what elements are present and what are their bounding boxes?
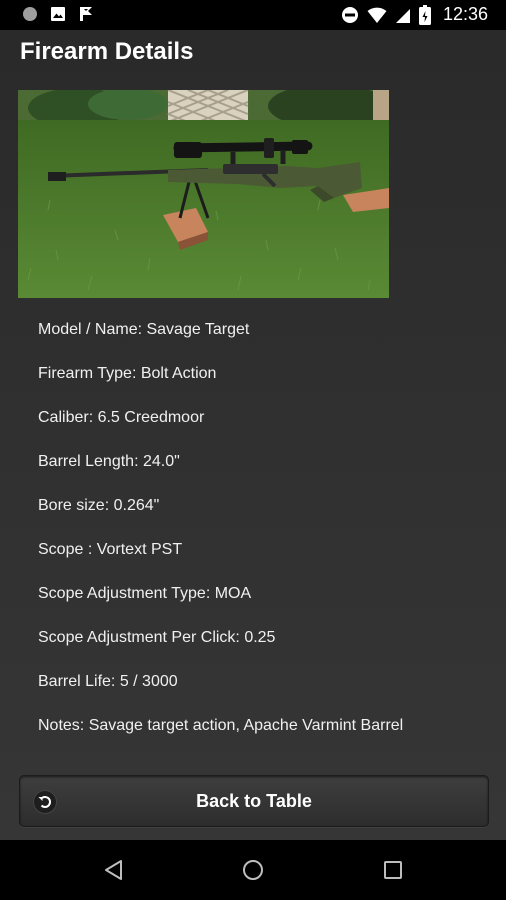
app-content: Firearm Details Model / Name: Savage Tar…: [0, 30, 506, 840]
signal-icon: [395, 8, 410, 23]
back-to-table-button[interactable]: Back to Table: [19, 775, 489, 827]
page-title: Firearm Details: [20, 38, 194, 65]
details-list: Model / Name: Savage Target Firearm Type…: [38, 320, 498, 760]
detail-row-barrel-length: Barrel Length: 24.0": [38, 453, 180, 470]
wifi-icon: [367, 7, 387, 23]
detail-value: Vortext PST: [96, 541, 183, 558]
do-not-disturb-icon: [341, 6, 358, 23]
detail-row-firearm-type: Firearm Type: Bolt Action: [38, 365, 217, 382]
circle-notification-icon: [23, 7, 37, 21]
detail-row-scope: Scope : Vortext PST: [38, 541, 183, 558]
detail-value: 5 / 3000: [119, 673, 178, 690]
detail-value: 24.0": [142, 453, 180, 470]
detail-value: Savage Target: [146, 321, 250, 338]
status-bar: 12:36: [0, 0, 506, 30]
flag-notification-icon: [80, 7, 92, 21]
battery-icon: [418, 4, 431, 25]
detail-row-caliber: Caliber: 6.5 Creedmoor: [38, 409, 205, 426]
firearm-photo: [18, 90, 389, 298]
detail-value: 6.5 Creedmoor: [97, 409, 205, 426]
detail-row-notes: Notes: Savage target action, Apache Varm…: [38, 717, 404, 734]
detail-row-bore-size: Bore size: 0.264": [38, 497, 160, 514]
detail-row-model: Model / Name: Savage Target: [38, 321, 250, 338]
detail-value: 0.264": [113, 497, 160, 514]
status-time: 12:36: [442, 4, 488, 24]
image-notification-icon: [51, 7, 65, 21]
nav-bar: [0, 840, 506, 900]
detail-value: 0.25: [244, 629, 276, 646]
detail-row-scope-adjustment-per-click: Scope Adjustment Per Click: 0.25: [38, 629, 276, 646]
home-circle-icon[interactable]: [241, 858, 265, 882]
detail-row-barrel-life: Barrel Life: 5 / 3000: [38, 673, 178, 690]
rifle-photo-illustration: [18, 90, 389, 298]
detail-value: Bolt Action: [140, 365, 217, 382]
back-to-table-label: Back to Table: [196, 791, 312, 811]
detail-row-scope-adjustment-type: Scope Adjustment Type: MOA: [38, 585, 252, 602]
recents-square-icon[interactable]: [381, 858, 405, 882]
back-triangle-icon[interactable]: [102, 858, 126, 882]
detail-value: MOA: [214, 585, 252, 602]
detail-value: Savage target action, Apache Varmint Bar…: [88, 717, 404, 734]
